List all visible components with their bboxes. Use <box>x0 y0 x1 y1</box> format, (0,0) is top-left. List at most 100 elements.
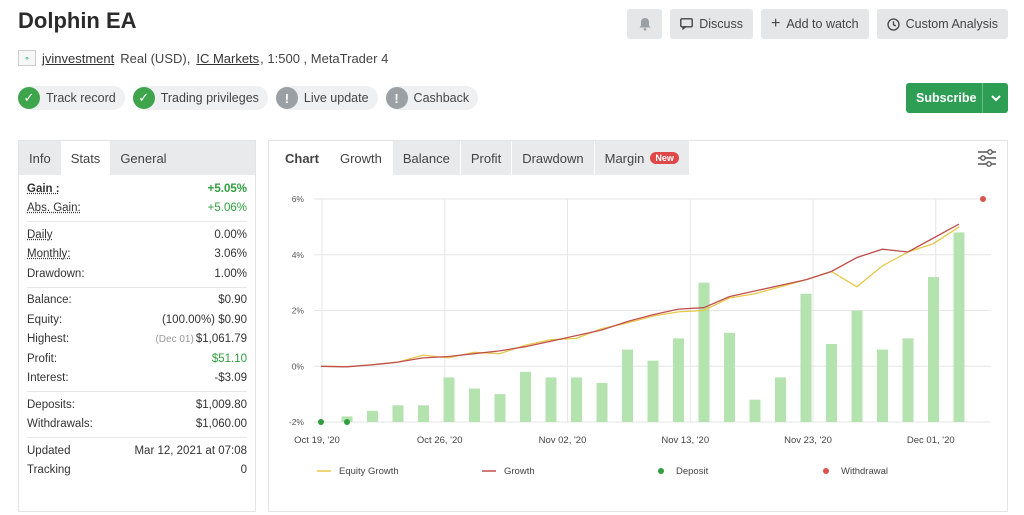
bar <box>749 399 761 422</box>
settings-sliders-icon[interactable] <box>977 149 997 167</box>
stat-key: Deposits: <box>27 398 75 411</box>
legend-equity-growth: Equity Growth <box>339 466 399 477</box>
legend-deposit: Deposit <box>676 466 709 477</box>
y-tick-label: 6% <box>292 194 305 204</box>
bar <box>545 377 557 422</box>
stat-key: Interest: <box>27 372 69 385</box>
bar <box>392 405 404 422</box>
bar <box>902 338 914 422</box>
legend-growth: Growth <box>504 466 535 477</box>
legend-withdrawal-marker <box>823 468 829 474</box>
stat-abs-gain: Abs. Gain: +5.06% <box>27 199 247 219</box>
bar <box>443 377 455 422</box>
bar <box>775 377 786 422</box>
stat-gain: Gain : +5.05% <box>27 179 247 199</box>
bar <box>469 388 480 422</box>
add-to-watch-button[interactable]: + Add to watch <box>760 9 869 39</box>
stat-key[interactable]: Daily <box>27 229 53 241</box>
subscribe-button[interactable]: Subscribe <box>906 83 1008 113</box>
bar <box>877 349 888 422</box>
tab-drawdown[interactable]: Drawdown <box>512 141 594 175</box>
tab-margin-label: Margin <box>604 150 645 166</box>
y-tick-label: 2% <box>292 306 305 316</box>
badge-label: Trading privileges <box>160 91 259 105</box>
user-link[interactable]: jvinvestment <box>42 51 114 66</box>
tab-profit[interactable]: Profit <box>460 141 512 175</box>
broker-link[interactable]: IC Markets <box>196 51 259 66</box>
deposit-point <box>318 419 324 425</box>
stat-drawdown: Drawdown: 1.00% <box>27 264 247 284</box>
bar <box>724 332 735 422</box>
stat-key[interactable]: Gain : <box>27 183 60 195</box>
growth-chart: 6% 4% 2% 0% -2% Oct 19, '20 Oct 26, '20 Nov 02,… <box>289 194 991 477</box>
discuss-label: Discuss <box>699 17 743 31</box>
bar <box>520 371 531 422</box>
tab-margin[interactable]: Margin New <box>594 141 689 175</box>
stat-key: Updated <box>27 444 71 457</box>
custom-analysis-button[interactable]: Custom Analysis <box>876 9 1008 39</box>
stat-value: 3.06% <box>214 248 247 261</box>
chevron-down-icon[interactable] <box>982 83 1008 113</box>
stat-value: $1,061.79 <box>195 333 247 346</box>
growth-line <box>320 223 960 368</box>
stats-panel: Info Stats General Gain : +5.05% Abs. Gai… <box>18 140 256 512</box>
stat-key: Tracking <box>27 464 71 477</box>
exclamation-icon: ! <box>385 87 408 109</box>
discuss-button[interactable]: Discuss <box>670 9 753 39</box>
stat-key: Balance: <box>27 294 72 307</box>
stat-interest: Interest: -$3.09 <box>27 369 247 389</box>
account-meta: ⚬ jvinvestment Real (USD), IC Markets , … <box>18 50 388 66</box>
stat-value: $0.90 <box>218 313 247 326</box>
badges: ✓ Track record ✓ Trading privileges ! Li… <box>18 86 479 110</box>
x-tick-label: Nov 13, '20 <box>661 435 709 446</box>
stat-withdrawals: Withdrawals: $1,060.00 <box>27 415 247 435</box>
bar <box>851 310 863 422</box>
bar <box>418 405 429 422</box>
stats-tabs: Info Stats General <box>19 141 255 175</box>
y-tick-label: -2% <box>289 417 305 427</box>
stat-key[interactable]: Monthly: <box>27 248 70 260</box>
x-tick-label: Dec 01, '20 <box>907 435 955 446</box>
deposit-point <box>344 419 350 425</box>
bar <box>826 343 837 422</box>
tab-chart[interactable]: Chart <box>275 141 329 175</box>
tab-general[interactable]: General <box>110 141 176 175</box>
stat-value: 0 <box>240 464 247 477</box>
new-badge: New <box>650 152 679 164</box>
tab-balance[interactable]: Balance <box>392 141 460 175</box>
stat-key: Equity: <box>27 313 63 326</box>
plus-icon: + <box>770 15 781 32</box>
x-tick-label: Oct 26, '20 <box>417 435 463 446</box>
stat-key[interactable]: Abs. Gain: <box>27 202 81 214</box>
bar <box>647 360 659 422</box>
broker-logo: ⚬ <box>18 50 36 66</box>
x-tick-label: Nov 23, '20 <box>784 435 832 446</box>
notify-button[interactable] <box>627 9 663 39</box>
bar <box>928 277 939 422</box>
withdrawal-point <box>980 196 986 202</box>
stat-updated: Updated Mar 12, 2021 at 07:08 <box>27 441 247 461</box>
subscribe-label: Subscribe <box>916 91 977 105</box>
stat-sub: (100.00%) <box>161 313 216 326</box>
badge-trading-privileges: ✓ Trading privileges <box>132 86 268 110</box>
stat-deposits: Deposits: $1,009.80 <box>27 395 247 415</box>
bar <box>673 338 684 422</box>
stat-balance: Balance: $0.90 <box>27 291 247 311</box>
stat-value: 1.00% <box>214 267 247 280</box>
custom-analysis-label: Custom Analysis <box>905 17 998 31</box>
tab-growth[interactable]: Growth <box>329 141 392 175</box>
badge-label: Track record <box>46 91 116 105</box>
stat-value: $1,009.80 <box>195 398 247 411</box>
tab-stats[interactable]: Stats <box>60 141 111 175</box>
stat-daily: Daily 0.00% <box>27 225 247 245</box>
stat-highest: Highest: (Dec 01) $1,061.79 <box>27 330 247 350</box>
stat-value: +5.05% <box>207 182 247 195</box>
stat-key: Withdrawals: <box>27 418 93 431</box>
y-tick-label: 4% <box>292 250 305 260</box>
bell-icon <box>639 18 651 31</box>
stat-value: $0.90 <box>218 294 247 307</box>
tab-info[interactable]: Info <box>19 141 61 175</box>
bar <box>698 282 710 422</box>
badge-label: Live update <box>303 91 369 105</box>
stat-profit: Profit: $51.10 <box>27 349 247 369</box>
